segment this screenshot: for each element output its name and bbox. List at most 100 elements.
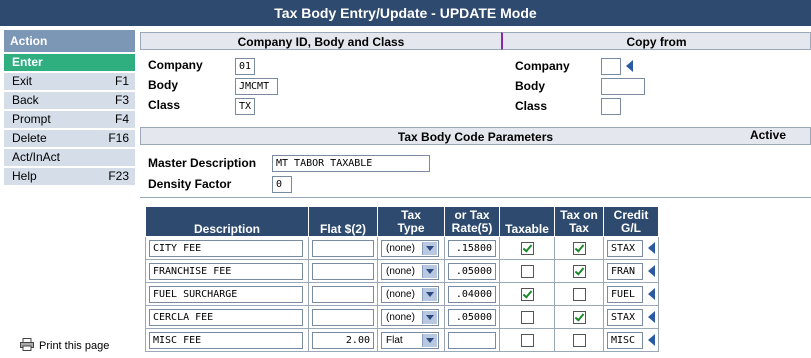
credit-gl-field[interactable]: FRAN xyxy=(607,262,643,280)
description-field[interactable]: MISC FEE xyxy=(149,331,303,349)
chevron-down-icon[interactable] xyxy=(422,310,437,324)
credit-gl-field[interactable]: STAX xyxy=(607,308,643,326)
tax-on-tax-checkbox[interactable] xyxy=(572,310,586,324)
credit-gl-field[interactable]: MISC xyxy=(607,331,643,349)
back-key: F3 xyxy=(114,93,129,107)
tax-type-value: (none) xyxy=(386,311,415,323)
tax-on-tax-checkbox[interactable] xyxy=(572,264,586,278)
flat-amount-field[interactable] xyxy=(312,262,374,280)
tax-type-cell: (none) xyxy=(377,282,445,306)
chevron-down-icon[interactable] xyxy=(422,264,437,278)
body-field[interactable]: JMCMT xyxy=(235,78,278,95)
tax-on-tax-checkbox[interactable] xyxy=(572,241,586,255)
printer-icon xyxy=(20,338,34,354)
description-cell: MISC FEE xyxy=(145,328,309,352)
tax-rate-field[interactable]: .15800 xyxy=(448,239,496,257)
section-divider xyxy=(140,197,811,198)
tax-on-tax-checkbox[interactable] xyxy=(572,287,586,301)
rate-cell: .05000 xyxy=(444,259,500,283)
back-action[interactable]: Back F3 xyxy=(4,92,135,109)
description-field[interactable]: FRANCHISE FEE xyxy=(149,262,303,280)
prompt-arrow-icon[interactable] xyxy=(648,311,655,323)
prompt-arrow-icon[interactable] xyxy=(648,288,655,300)
col-credit-gl: Credit G/L xyxy=(603,206,659,237)
tax-rate-field[interactable]: .05000 xyxy=(448,308,496,326)
credit-cell: MISC xyxy=(603,328,659,352)
description-cell: CITY FEE xyxy=(145,236,309,260)
delete-action[interactable]: Delete F16 xyxy=(4,130,135,147)
flat-amount-field[interactable]: 2.00 xyxy=(312,331,374,349)
tax-type-select[interactable]: Flat xyxy=(381,331,439,349)
tax-type-cell: Flat xyxy=(377,328,445,352)
chevron-down-icon[interactable] xyxy=(422,333,437,347)
action-header: Action xyxy=(4,30,135,52)
col-tax-type: Tax Type xyxy=(377,206,445,237)
exit-label: Exit xyxy=(12,74,33,88)
copy-body-field[interactable] xyxy=(601,78,645,95)
description-field[interactable]: CERCLA FEE xyxy=(149,308,303,326)
window-title: Tax Body Entry/Update - UPDATE Mode xyxy=(0,0,811,26)
credit-cell: STAX xyxy=(603,305,659,329)
tax-type-cell: (none) xyxy=(377,236,445,260)
flat-cell xyxy=(308,259,378,283)
density-factor-field[interactable]: 0 xyxy=(272,176,292,193)
col-tax-on-tax-line1: Tax on xyxy=(560,207,598,222)
description-field[interactable]: FUEL SURCHARGE xyxy=(149,285,303,303)
act-inact-action[interactable]: Act/InAct xyxy=(4,149,135,166)
chevron-down-icon[interactable] xyxy=(422,241,437,255)
taxable-checkbox[interactable] xyxy=(520,287,534,301)
tax-type-select[interactable]: (none) xyxy=(381,308,439,326)
credit-cell: FRAN xyxy=(603,259,659,283)
tax-type-select[interactable]: (none) xyxy=(381,285,439,303)
master-description-field[interactable]: MT TABOR TAXABLE xyxy=(272,155,430,172)
flat-amount-field[interactable] xyxy=(312,239,374,257)
copy-company-field[interactable] xyxy=(601,58,621,75)
exit-action[interactable]: Exit F1 xyxy=(4,73,135,90)
class-field[interactable]: TX xyxy=(235,98,255,115)
chevron-down-icon[interactable] xyxy=(422,287,437,301)
col-rate-line1: or Tax xyxy=(454,207,490,222)
description-cell: CERCLA FEE xyxy=(145,305,309,329)
table-row: MISC FEE 2.00 Flat MISC xyxy=(145,328,659,352)
action-sidebar: Action Enter Exit F1 Back F3 Prompt F4 Dele… xyxy=(4,30,135,358)
col-description: Description xyxy=(145,206,309,237)
tax-rate-field[interactable]: .05000 xyxy=(448,262,496,280)
taxable-cell xyxy=(499,305,555,329)
tax-rate-field[interactable]: .04000 xyxy=(448,285,496,303)
tax-type-value: Flat xyxy=(386,334,403,346)
flat-amount-field[interactable] xyxy=(312,308,374,326)
tax-type-select[interactable]: (none) xyxy=(381,239,439,257)
copy-class-field[interactable] xyxy=(601,98,621,115)
tax-rate-field[interactable] xyxy=(448,331,496,349)
copy-class-label: Class xyxy=(515,99,548,113)
flat-cell xyxy=(308,305,378,329)
description-cell: FRANCHISE FEE xyxy=(145,259,309,283)
credit-gl-field[interactable]: FUEL xyxy=(607,285,643,303)
col-taxable: Taxable xyxy=(499,206,555,237)
prompt-action[interactable]: Prompt F4 xyxy=(4,111,135,128)
prompt-arrow-icon[interactable] xyxy=(648,334,655,346)
taxable-checkbox[interactable] xyxy=(520,333,534,347)
help-action[interactable]: Help F23 xyxy=(4,168,135,185)
credit-gl-field[interactable]: STAX xyxy=(607,239,643,257)
params-title: Tax Body Code Parameters xyxy=(397,130,554,144)
back-label: Back xyxy=(12,93,39,107)
prompt-arrow-icon[interactable] xyxy=(626,60,633,72)
tax-type-select[interactable]: (none) xyxy=(381,262,439,280)
print-link[interactable]: Print this page xyxy=(20,338,109,354)
tax-type-value: (none) xyxy=(386,242,415,254)
flat-amount-field[interactable] xyxy=(312,285,374,303)
tax-on-tax-checkbox[interactable] xyxy=(572,333,586,347)
tax-type-value: (none) xyxy=(386,288,415,300)
prompt-arrow-icon[interactable] xyxy=(648,265,655,277)
description-field[interactable]: CITY FEE xyxy=(149,239,303,257)
taxable-checkbox[interactable] xyxy=(520,264,534,278)
enter-action[interactable]: Enter xyxy=(4,54,135,71)
tax-on-tax-cell xyxy=(554,259,604,283)
taxable-checkbox[interactable] xyxy=(520,310,534,324)
prompt-arrow-icon[interactable] xyxy=(648,242,655,254)
taxable-checkbox[interactable] xyxy=(520,241,534,255)
delete-key: F16 xyxy=(108,131,129,145)
company-field[interactable]: 01 xyxy=(235,58,255,75)
tax-on-tax-cell xyxy=(554,236,604,260)
